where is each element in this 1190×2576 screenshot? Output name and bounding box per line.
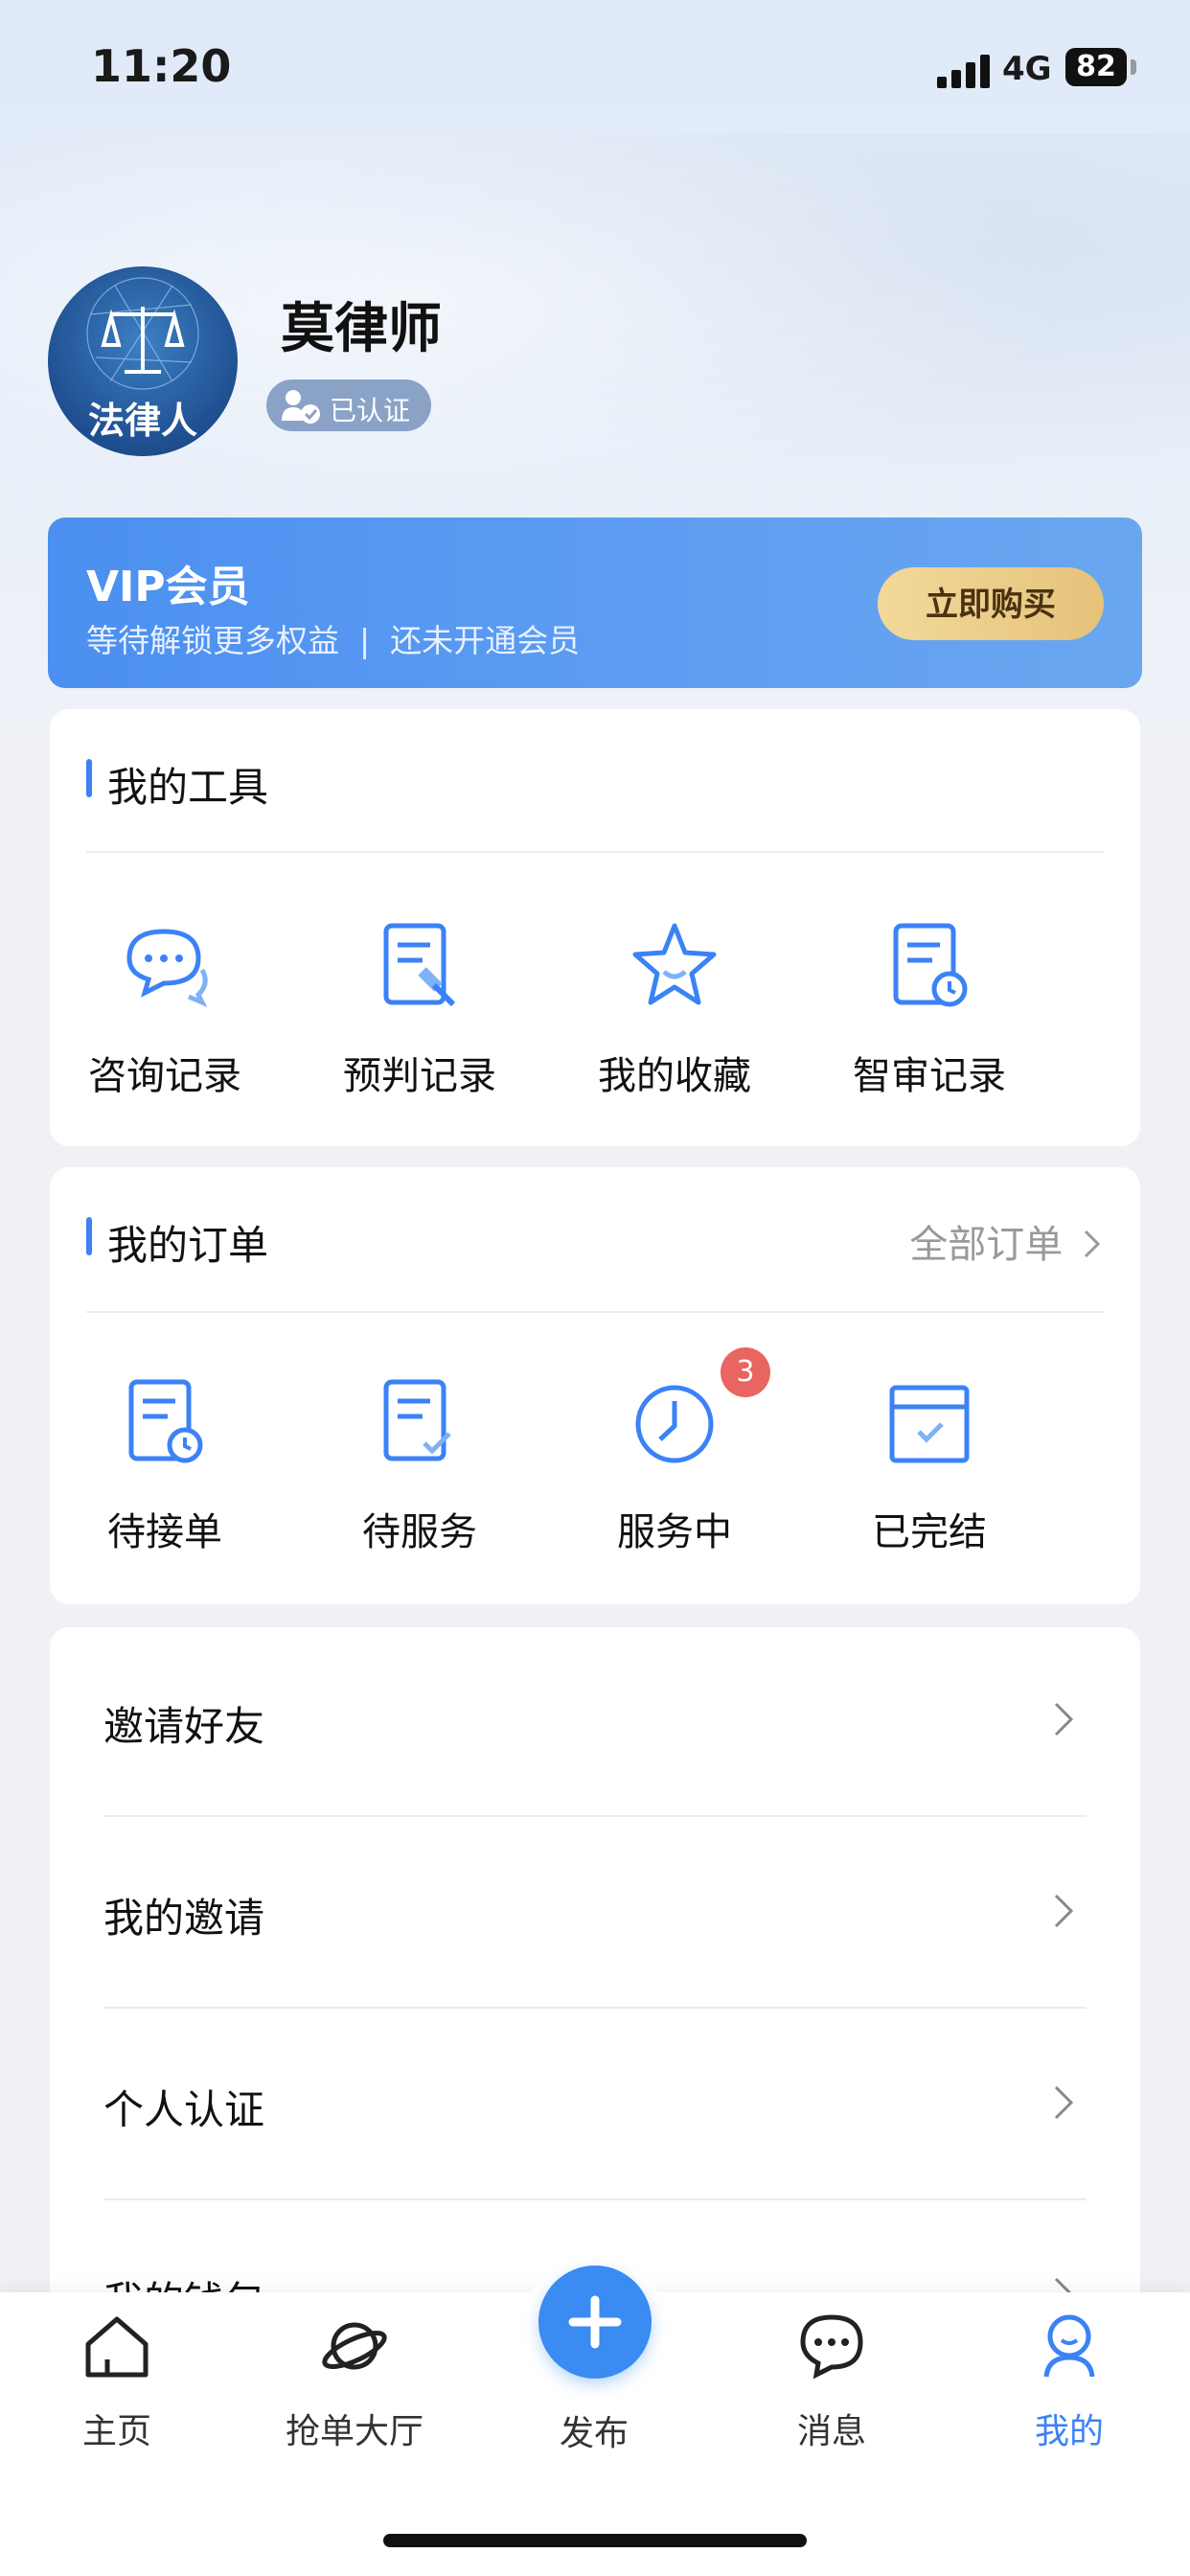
orders-card: 我的订单 全部订单 待接单 待服务 3 服务中 已完结: [50, 1167, 1140, 1604]
order-label: 待接单: [107, 1510, 222, 1554]
avatar-text: 法律人: [87, 400, 197, 442]
chevron-right-icon: [1054, 1702, 1074, 1736]
tool-label: 预判记录: [343, 1054, 496, 1098]
calendar-check-icon: [889, 1385, 970, 1463]
user-name: 莫律师: [281, 298, 442, 360]
star-icon: [632, 923, 717, 1005]
signal-icon: [937, 54, 995, 88]
chevron-right-icon: [1054, 2085, 1074, 2120]
menu-label: 我的邀请: [103, 1895, 265, 1942]
tab-label: 我的: [1034, 2412, 1104, 2451]
message-icon: [800, 2314, 863, 2380]
buy-now-button[interactable]: 立即购买: [878, 567, 1104, 640]
tools-card: 我的工具 咨询记录 预判记录 我的收藏 智审记录: [50, 709, 1140, 1146]
menu-label: 个人认证: [103, 2086, 265, 2133]
divider: [103, 2198, 1087, 2200]
all-orders-link[interactable]: 全部订单: [909, 1213, 1104, 1269]
tool-label: 咨询记录: [88, 1054, 241, 1098]
tool-label: 我的收藏: [598, 1054, 751, 1098]
tab-label: 主页: [81, 2412, 151, 2451]
verified-label: 已认证: [330, 395, 411, 426]
tab-label: 发布: [559, 2414, 629, 2453]
chat-bubbles-icon: [126, 929, 208, 1007]
network-type: 4G: [1002, 50, 1052, 88]
verified-badge: 已认证: [266, 380, 431, 431]
battery-icon: 82: [1065, 48, 1127, 86]
tab-label: 抢单大厅: [285, 2412, 423, 2451]
tools-title: 我的工具: [107, 764, 269, 811]
vip-subtitle: 等待解锁更多权益 | 还未开通会员: [86, 622, 581, 659]
orders-title: 我的订单: [107, 1222, 269, 1269]
divider: [86, 851, 1104, 853]
section-accent-bar: [86, 1217, 92, 1255]
menu-list: 邀请好友 我的邀请 个人认证 我的钱包: [50, 1627, 1140, 2356]
menu-my-invites[interactable]: 我的邀请: [103, 1819, 1087, 2009]
tab-label: 消息: [796, 2412, 866, 2451]
publish-button[interactable]: [538, 2266, 652, 2379]
planet-icon: [322, 2322, 387, 2370]
document-clock-icon: [128, 1379, 203, 1463]
all-orders-label: 全部订单: [909, 1223, 1064, 1267]
document-clock-icon: [893, 923, 968, 1007]
clock-icon: [635, 1385, 714, 1463]
order-label: 待服务: [362, 1510, 477, 1554]
vip-title: VIP会员: [86, 563, 250, 611]
menu-personal-verification[interactable]: 个人认证: [103, 2011, 1087, 2200]
order-label: 已完结: [872, 1510, 987, 1554]
chevron-right-icon: [1054, 1894, 1074, 1928]
chevron-right-icon: [1084, 1230, 1101, 1258]
plus-icon: [568, 2295, 622, 2349]
status-time: 11:20: [91, 40, 232, 92]
user-icon: [1043, 2314, 1095, 2378]
home-indicator: [383, 2534, 807, 2547]
divider: [103, 2007, 1087, 2009]
vip-banner[interactable]: VIP会员 等待解锁更多权益 | 还未开通会员 立即购买: [48, 518, 1142, 688]
divider: [103, 1815, 1087, 1817]
home-icon: [85, 2316, 149, 2378]
order-badge: 3: [721, 1347, 770, 1397]
tool-label: 智审记录: [853, 1054, 1006, 1098]
status-bar: 11:20 4G 82: [0, 0, 1190, 144]
menu-label: 邀请好友: [103, 1703, 265, 1750]
section-accent-bar: [86, 759, 92, 797]
divider: [86, 1311, 1104, 1313]
battery-tip: [1131, 59, 1136, 75]
document-gavel-icon: [383, 923, 456, 1007]
menu-invite-friends[interactable]: 邀请好友: [103, 1627, 1087, 1817]
verified-user-icon: [282, 390, 320, 424]
avatar[interactable]: 法律人: [48, 266, 238, 456]
document-check-icon: [383, 1379, 451, 1461]
order-label: 服务中: [617, 1510, 732, 1554]
